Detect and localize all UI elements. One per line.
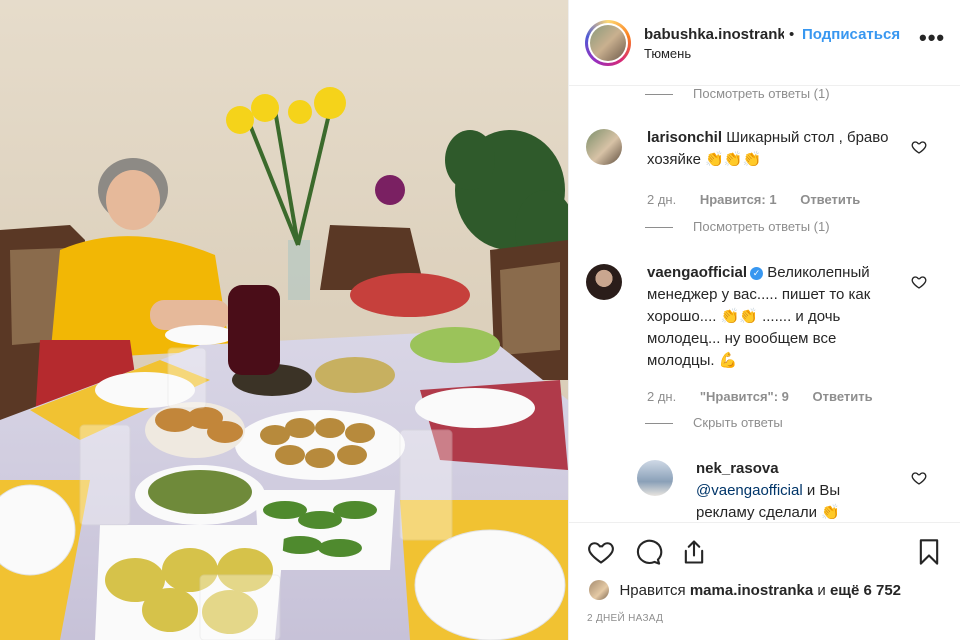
post-location[interactable]: Тюмень <box>644 46 691 61</box>
heart-icon[interactable] <box>911 139 927 155</box>
view-replies-button[interactable]: Посмотреть ответы (1) <box>645 86 830 101</box>
heart-icon[interactable] <box>586 538 616 566</box>
comments-list[interactable]: Посмотреть ответы (1) larisonchil Шикарн… <box>569 86 960 522</box>
likes-and: и <box>817 581 826 599</box>
avatar[interactable] <box>586 129 622 165</box>
reply-button[interactable]: Ответить <box>813 389 873 404</box>
more-icon[interactable]: ••• <box>919 27 945 49</box>
heart-icon[interactable] <box>911 274 927 290</box>
likes-count[interactable]: ещё 6 752 <box>830 582 901 599</box>
comment-meta: 2 дн. Нравится: 1 Ответить <box>647 192 880 207</box>
likes-summary: Нравится mama.inostranka и ещё 6 752 <box>589 580 901 602</box>
share-icon[interactable] <box>679 538 709 566</box>
comment-likes[interactable]: Нравится: 1 <box>700 192 777 207</box>
comment-icon[interactable] <box>633 538 663 566</box>
comment-larisonchil: larisonchil Шикарный стол , браво хозяйк… <box>647 127 907 171</box>
comment-username[interactable]: vaengaofficial <box>647 264 747 281</box>
comment-vaengaofficial: vaengaofficial ✓ Великолепный менеджер у … <box>647 262 907 372</box>
author-avatar[interactable] <box>585 20 631 66</box>
comment-nek-rasova: nek_rasova @vaengaofficial и Вы рекламу … <box>696 458 896 522</box>
comment-likes[interactable]: "Нравится": 9 <box>700 389 789 404</box>
comment-meta: 2 дн. "Нравится": 9 Ответить <box>647 389 893 404</box>
post-header: babushka.inostranka • Подписаться Тюмень… <box>569 0 960 86</box>
post-sidebar: babushka.inostranka • Подписаться Тюмень… <box>568 0 960 640</box>
liker-username[interactable]: mama.inostranka <box>690 582 813 599</box>
post-timestamp[interactable]: 2 ДНЕЙ НАЗАД <box>587 613 663 624</box>
author-username[interactable]: babushka.inostranka <box>644 26 784 43</box>
verified-icon: ✓ <box>750 267 764 280</box>
comment-time[interactable]: 2 дн. <box>647 192 676 207</box>
comment-username[interactable]: nek_rasova <box>696 460 779 477</box>
hide-replies-button[interactable]: Скрыть ответы <box>645 415 783 430</box>
avatar[interactable] <box>586 264 622 300</box>
avatar[interactable] <box>589 580 609 600</box>
post-photo[interactable] <box>0 0 568 640</box>
post-actions: Нравится mama.inostranka и ещё 6 752 2 Д… <box>569 522 960 640</box>
bookmark-icon[interactable] <box>915 537 943 567</box>
comment-username[interactable]: larisonchil <box>647 129 722 146</box>
view-replies-button[interactable]: Посмотреть ответы (1) <box>645 219 830 234</box>
mention-link[interactable]: @vaengaofficial <box>696 482 803 499</box>
reply-button[interactable]: Ответить <box>800 192 860 207</box>
separator-dot: • <box>789 26 795 43</box>
follow-button[interactable]: Подписаться <box>802 26 900 43</box>
likes-prefix: Нравится <box>619 581 686 599</box>
comment-time[interactable]: 2 дн. <box>647 389 676 404</box>
avatar[interactable] <box>637 460 673 496</box>
heart-icon[interactable] <box>911 470 927 486</box>
